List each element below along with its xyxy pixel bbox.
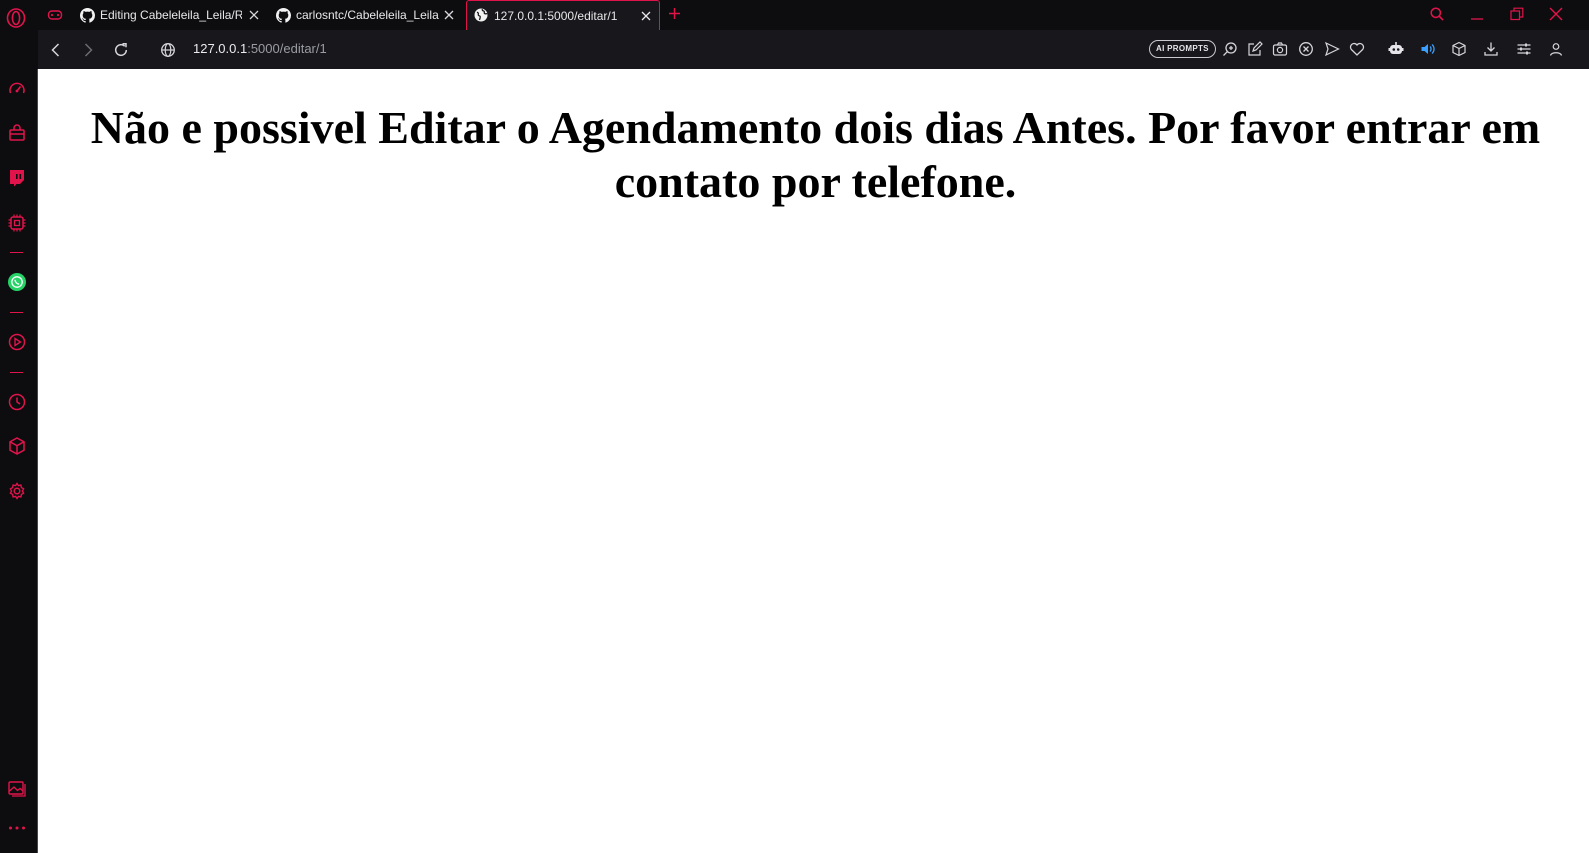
- download-icon[interactable]: [1483, 41, 1499, 57]
- page-viewport: Não e possivel Editar o Agendamento dois…: [37, 69, 1589, 853]
- url-host: 127.0.0.1: [193, 41, 248, 56]
- easy-setup-icon[interactable]: [1516, 41, 1532, 57]
- minimize-icon[interactable]: [1470, 7, 1484, 21]
- audio-speaker-icon[interactable]: [1420, 41, 1436, 57]
- new-tab-plus-icon[interactable]: [668, 7, 681, 20]
- globe-icon: [474, 8, 489, 23]
- extensions-cube-icon[interactable]: [7, 436, 27, 456]
- ai-prompts-button[interactable]: AI PROMPTS: [1149, 40, 1216, 58]
- address-toolbar: 127.0.0.1:5000/editar/1 AI PROMPTS: [38, 30, 1589, 69]
- tab-editing-readme[interactable]: Editing Cabeleleila_Leila/README.md: [80, 0, 266, 30]
- url-path: :5000/editar/1: [247, 41, 327, 56]
- extensions-cube-icon[interactable]: [1451, 41, 1467, 57]
- player-icon[interactable]: [7, 332, 27, 352]
- sidebar-divider: [10, 372, 23, 373]
- tab-editar[interactable]: 127.0.0.1:5000/editar/1: [466, 0, 660, 30]
- twitch-icon[interactable]: [7, 168, 27, 188]
- page-heading: Não e possivel Editar o Agendamento dois…: [90, 102, 1541, 207]
- close-icon[interactable]: [641, 11, 651, 21]
- send-icon[interactable]: [1324, 41, 1340, 57]
- tab-title: carlosntc/Cabeleleila_Leila: [296, 8, 439, 22]
- github-icon: [80, 7, 95, 23]
- aria-bot-icon[interactable]: [1388, 41, 1404, 57]
- adblock-icon[interactable]: [1298, 41, 1314, 57]
- gx-corner-icon[interactable]: [47, 8, 63, 22]
- tab-title: Editing Cabeleleila_Leila/README.md: [100, 8, 242, 22]
- back-icon[interactable]: [48, 42, 64, 58]
- github-icon: [276, 7, 291, 23]
- sidebar: [0, 30, 37, 853]
- tab-github-repo[interactable]: carlosntc/Cabeleleila_Leila: [276, 0, 464, 30]
- reload-icon[interactable]: [113, 42, 129, 58]
- speed-dial-icon[interactable]: [7, 79, 27, 99]
- close-icon[interactable]: [444, 10, 454, 20]
- tab-title: 127.0.0.1:5000/editar/1: [494, 8, 618, 23]
- close-icon[interactable]: [249, 10, 259, 20]
- site-info-globe-icon[interactable]: [160, 42, 176, 58]
- gallery-image-icon[interactable]: [7, 778, 27, 798]
- sidebar-divider: [10, 312, 23, 313]
- tab-strip: Editing Cabeleleila_Leila/README.md carl…: [0, 0, 1589, 30]
- aria-chip-icon[interactable]: [7, 213, 27, 233]
- whatsapp-icon[interactable]: [7, 272, 27, 292]
- sidebar-divider: [10, 252, 23, 253]
- shopping-bag-icon[interactable]: [7, 123, 27, 143]
- history-icon[interactable]: [7, 392, 27, 412]
- more-dots-icon[interactable]: [7, 818, 27, 838]
- heart-icon[interactable]: [1349, 41, 1365, 57]
- restore-icon[interactable]: [1510, 7, 1524, 21]
- opera-logo-icon[interactable]: [6, 8, 26, 28]
- profile-icon[interactable]: [1548, 41, 1564, 57]
- search-icon[interactable]: [1430, 7, 1444, 21]
- forward-icon[interactable]: [80, 42, 96, 58]
- zoom-icon[interactable]: [1222, 41, 1238, 57]
- snapshot-camera-icon[interactable]: [1272, 41, 1288, 57]
- address-field[interactable]: 127.0.0.1:5000/editar/1: [193, 41, 327, 56]
- close-window-icon[interactable]: [1549, 7, 1563, 21]
- edit-icon[interactable]: [1247, 41, 1263, 57]
- settings-gear-icon[interactable]: [7, 481, 27, 501]
